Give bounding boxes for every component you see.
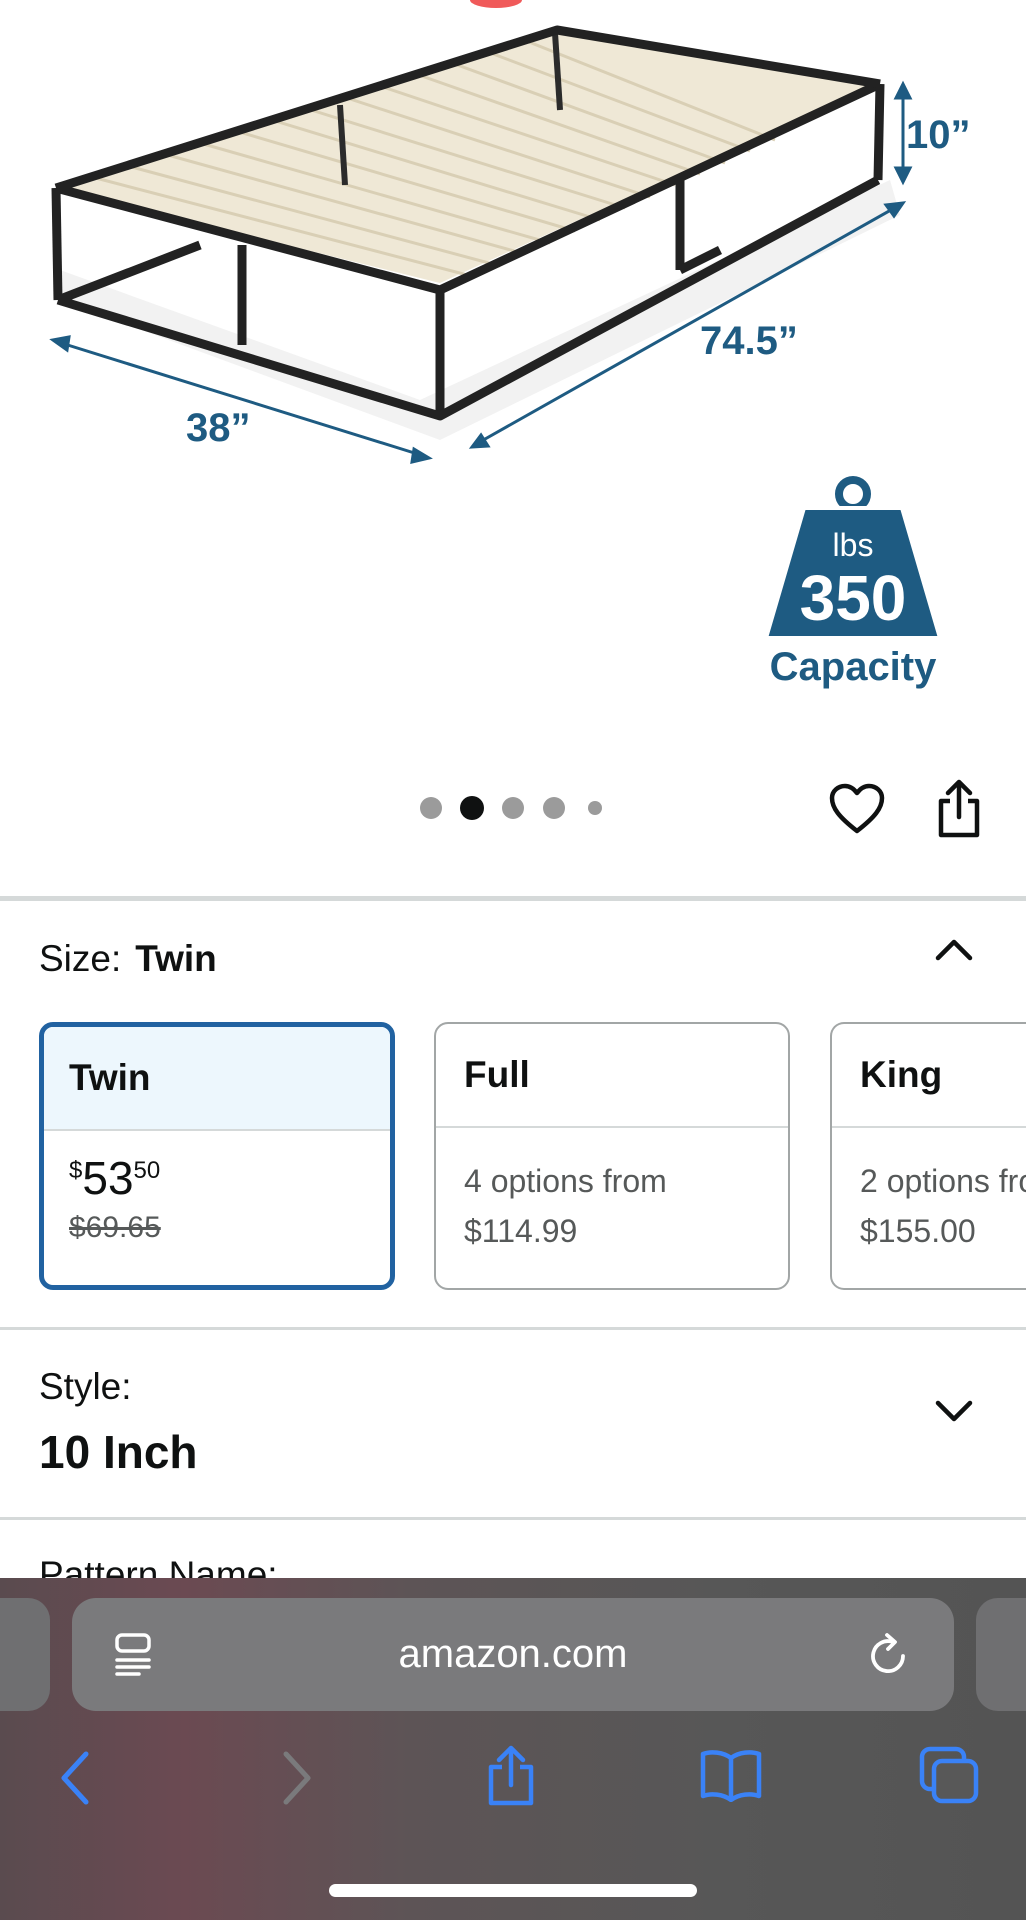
tabs-button[interactable] — [916, 1740, 982, 1810]
price-fraction: 50 — [133, 1157, 161, 1184]
size-option-king[interactable]: King 2 options from $155.00 — [830, 1022, 1026, 1290]
share-page-button[interactable] — [480, 1736, 542, 1816]
previous-tab-peek[interactable] — [0, 1598, 50, 1711]
url-text[interactable]: amazon.com — [72, 1598, 954, 1711]
reload-button[interactable] — [864, 1630, 914, 1680]
carousel-dot[interactable] — [588, 801, 602, 815]
size-option-name: Twin — [44, 1027, 390, 1131]
add-to-wishlist-button[interactable] — [826, 778, 888, 840]
width-dimension-label: 38” — [186, 406, 251, 450]
section-divider — [0, 1517, 1026, 1520]
address-bar[interactable]: amazon.com — [72, 1598, 954, 1711]
chevron-up-icon — [935, 939, 973, 961]
browser-toolbar: amazon.com — [0, 1578, 1026, 1920]
carousel-dot-active[interactable] — [460, 796, 484, 820]
size-option-name: King — [832, 1024, 1026, 1128]
size-option-full[interactable]: Full 4 options from $114.99 — [434, 1022, 790, 1290]
style-expand-toggle[interactable] — [924, 1386, 984, 1436]
carousel-dot[interactable] — [502, 797, 524, 819]
style-selected-value: 10 Inch — [39, 1426, 198, 1478]
image-badge-partial — [470, 0, 522, 8]
size-collapse-toggle[interactable] — [924, 924, 984, 974]
heart-icon — [829, 783, 885, 834]
capacity-value: 350 — [800, 562, 907, 634]
bed-frame-illustration — [51, 25, 900, 440]
option-price: $5350 — [69, 1155, 362, 1201]
chevron-right-icon — [283, 1751, 311, 1805]
size-selector-label: Size: Twin — [39, 938, 217, 980]
size-option-name: Full — [436, 1024, 788, 1128]
price-currency: $ — [69, 1157, 83, 1184]
from-price: $155.00 — [860, 1213, 976, 1249]
size-label-text: Size: — [39, 938, 122, 979]
book-icon — [700, 1750, 762, 1802]
options-count-text: 4 options from — [464, 1163, 667, 1199]
reload-icon — [871, 1633, 905, 1673]
length-dimension-label: 74.5” — [700, 319, 798, 363]
size-selected-value: Twin — [135, 938, 217, 979]
share-icon — [938, 779, 980, 838]
tabs-icon — [919, 1746, 979, 1804]
options-count-text: 2 options from — [860, 1163, 1026, 1199]
next-tab-peek[interactable] — [976, 1598, 1026, 1711]
style-selector-label: Style: — [39, 1366, 132, 1407]
list-price: $69.65 — [69, 1211, 161, 1244]
share-button[interactable] — [928, 776, 990, 842]
height-dimension-label: 10” — [906, 113, 971, 157]
chevron-left-icon — [61, 1751, 89, 1805]
carousel-dot[interactable] — [420, 797, 442, 819]
section-divider — [0, 1327, 1026, 1330]
product-image[interactable]: 10” 74.5” 38” lbs 350 Capacity — [0, 0, 1026, 760]
bookmarks-button[interactable] — [696, 1740, 766, 1810]
capacity-label: Capacity — [770, 645, 937, 689]
chevron-down-icon — [935, 1400, 973, 1422]
capacity-unit: lbs — [833, 527, 874, 563]
home-indicator[interactable] — [329, 1884, 697, 1897]
price-whole: 53 — [82, 1152, 134, 1204]
forward-button[interactable] — [272, 1738, 322, 1818]
size-option-twin[interactable]: Twin $5350 $69.65 — [39, 1022, 395, 1290]
carousel-dot[interactable] — [543, 797, 565, 819]
section-divider — [0, 896, 1026, 901]
from-price: $114.99 — [464, 1213, 578, 1249]
back-button[interactable] — [50, 1738, 100, 1818]
capacity-badge: lbs 350 Capacity — [764, 476, 942, 689]
share-icon — [488, 1745, 534, 1806]
